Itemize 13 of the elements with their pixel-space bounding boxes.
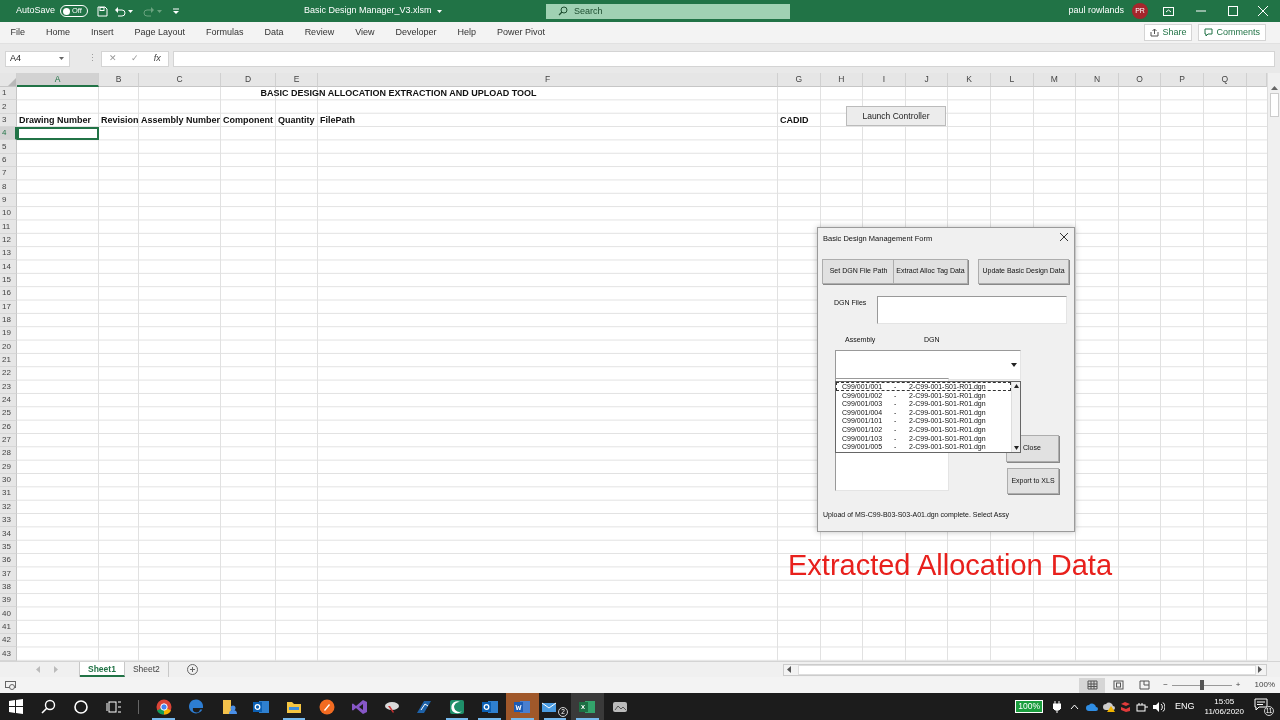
name-box-value: A4 [10, 51, 21, 65]
table-cell-text: Quantity [277, 113, 315, 127]
table-cell-text: Revision [100, 113, 139, 127]
document-title: Basic Design Manager_V3.xlsm [304, 4, 432, 18]
autosave-label: AutoSave [16, 4, 56, 18]
table-cell-text: FilePath [319, 113, 355, 127]
table-cell-text: CADID [779, 113, 809, 127]
video-caption: Extracted Allocation Data [788, 548, 1112, 583]
user-name: paul rowlands [1068, 4, 1124, 18]
table-cell-text: BASIC DESIGN ALLOCATION EXTRACTION AND UPLOAD TOOL [259, 86, 537, 100]
table-cell-text: Component [222, 113, 273, 127]
table-cell-text: Drawing Number [18, 113, 91, 127]
table-cell-text: Assembly Number [140, 113, 221, 127]
